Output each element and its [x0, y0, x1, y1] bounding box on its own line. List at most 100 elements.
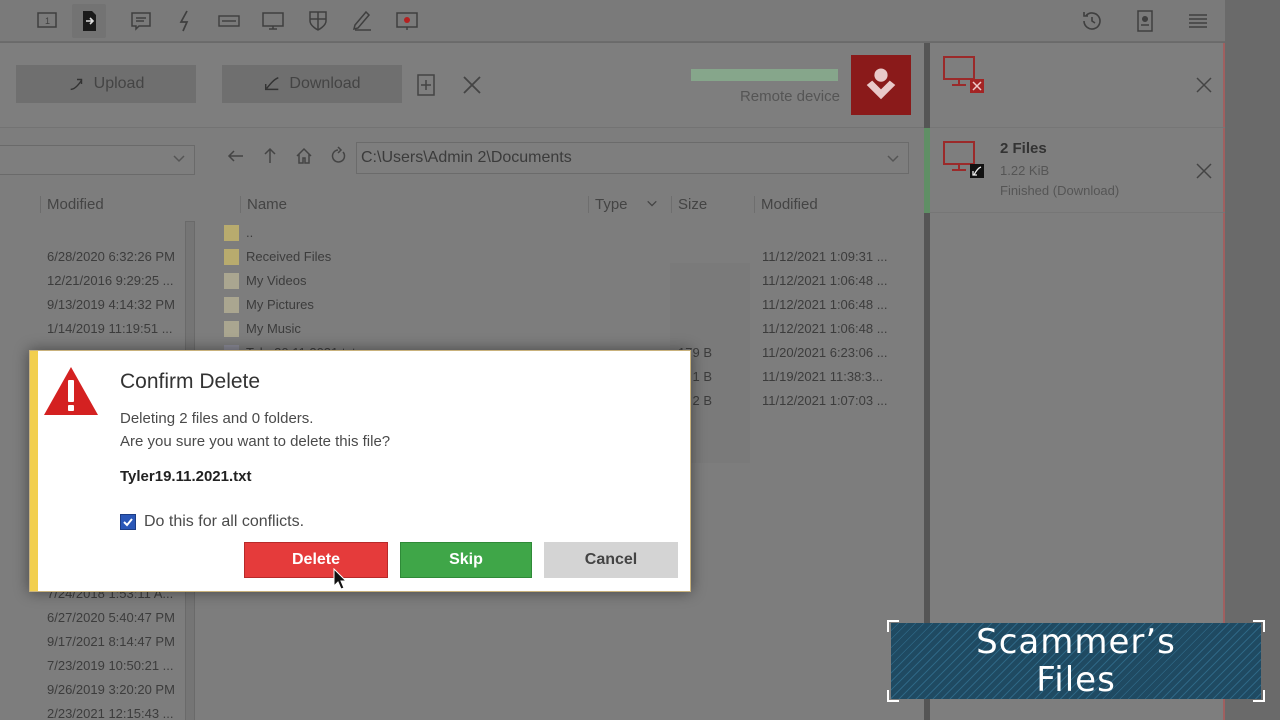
- caption-corner: [1253, 690, 1265, 702]
- menu-icon[interactable]: [1185, 8, 1211, 34]
- contacts-icon[interactable]: [1132, 8, 1158, 34]
- remote-file-row[interactable]: 9/13/2019 4:14:32 PM: [47, 297, 175, 312]
- confirm-delete-dialog: Confirm Delete Deleting 2 files and 0 fo…: [29, 350, 691, 592]
- upload-arrow-icon: [70, 78, 82, 91]
- column-type[interactable]: Type: [588, 196, 658, 213]
- file-modified: 11/20/2021 6:23:06 ...: [762, 345, 888, 360]
- home-icon[interactable]: [294, 146, 316, 168]
- remote-path-dropdown[interactable]: [0, 145, 195, 175]
- remote-file-row[interactable]: 7/23/2019 10:50:21 ...: [47, 658, 174, 673]
- shield-icon[interactable]: [305, 8, 331, 34]
- new-folder-icon[interactable]: [414, 73, 438, 97]
- keyboard-icon[interactable]: [216, 8, 242, 34]
- column-size[interactable]: Size: [671, 196, 707, 213]
- skip-button[interactable]: Skip: [400, 542, 532, 578]
- transfer-item-failed[interactable]: [930, 43, 1225, 128]
- monitor-icon[interactable]: [260, 8, 286, 34]
- pen-icon[interactable]: [350, 8, 376, 34]
- transfer-title: 2 Files: [1000, 140, 1047, 157]
- caption-line-2: Files: [1036, 660, 1116, 700]
- local-path-input[interactable]: C:\Users\Admin 2\Documents: [356, 142, 909, 174]
- quick-action-icon[interactable]: [172, 8, 198, 34]
- file-name: My Pictures: [246, 297, 314, 312]
- dialog-message-count: Deleting 2 files and 0 folders.: [120, 410, 314, 427]
- video-caption-overlay: Scammer’s Files: [887, 620, 1265, 702]
- dialog-accent-bar: [30, 351, 38, 591]
- folder-icon: [224, 321, 239, 337]
- folder-icon: [224, 273, 239, 289]
- column-modified[interactable]: Modified: [754, 196, 818, 213]
- monitor-download-icon: [943, 141, 984, 178]
- remote-file-row[interactable]: 9/26/2019 3:20:20 PM: [47, 682, 175, 697]
- file-row[interactable]: My Music 11/12/2021 1:06:48 ...: [222, 317, 920, 341]
- file-modified: 11/12/2021 1:06:48 ...: [762, 273, 888, 288]
- back-arrow-icon[interactable]: [226, 146, 248, 168]
- remote-file-row[interactable]: 1/14/2019 11:19:51 ...: [47, 321, 173, 336]
- file-name: ..: [246, 225, 254, 240]
- chevron-down-icon: [887, 155, 899, 163]
- file-transfer-icon[interactable]: [72, 4, 106, 38]
- local-list-header: Name Type Size Modified: [240, 193, 920, 219]
- path-text: C:\Users\Admin 2\Documents: [361, 149, 572, 166]
- remote-device-label: Remote device: [739, 88, 840, 105]
- close-icon[interactable]: [1195, 162, 1213, 180]
- download-button[interactable]: Download: [222, 65, 402, 103]
- column-name[interactable]: Name: [240, 196, 287, 213]
- file-name: My Videos: [246, 273, 307, 288]
- download-arrow-icon: [265, 77, 280, 91]
- file-row[interactable]: ..: [222, 221, 920, 245]
- mouse-cursor-icon: [333, 568, 347, 590]
- file-row[interactable]: My Videos 11/12/2021 1:06:48 ...: [222, 269, 920, 293]
- delete-button[interactable]: Delete: [244, 542, 388, 578]
- column-type-label: Type: [595, 196, 628, 213]
- caption-corner: [887, 620, 899, 632]
- history-icon[interactable]: [1079, 8, 1105, 34]
- cancel-button[interactable]: Cancel: [544, 542, 678, 578]
- caption-corner: [1253, 620, 1265, 632]
- file-modified: 11/19/2021 11:38:3...: [762, 369, 883, 384]
- folder-icon: [224, 297, 239, 313]
- dialog-message-question: Are you sure you want to delete this fil…: [120, 433, 391, 450]
- remote-file-row[interactable]: 9/17/2021 8:14:47 PM: [47, 634, 175, 649]
- file-modified: 11/12/2021 1:07:03 ...: [762, 393, 888, 408]
- dialog-filename: Tyler19.11.2021.txt: [120, 468, 252, 485]
- close-icon[interactable]: [1195, 76, 1213, 94]
- column-modified[interactable]: Modified: [40, 196, 104, 213]
- caption-corner: [887, 690, 899, 702]
- remote-file-row[interactable]: 6/28/2020 6:32:26 PM: [47, 249, 175, 264]
- checkbox-checked-icon[interactable]: [120, 514, 136, 530]
- apply-all-checkbox[interactable]: Do this for all conflicts.: [120, 513, 304, 531]
- teamviewer-logo-icon: [851, 55, 911, 115]
- sort-chevron-icon: [646, 200, 657, 207]
- file-modified: 11/12/2021 1:09:31 ...: [762, 249, 888, 264]
- transfer-size: 1.22 KiB: [1000, 163, 1050, 178]
- record-icon[interactable]: [394, 8, 420, 34]
- file-row[interactable]: Received Files 11/12/2021 1:09:31 ...: [222, 245, 920, 269]
- monitor-error-icon: [943, 56, 984, 93]
- remote-file-row[interactable]: 12/21/2016 9:29:25 ...: [47, 273, 174, 288]
- upload-button[interactable]: Upload: [16, 65, 196, 103]
- caption-text: Scammer’s Files: [891, 623, 1261, 699]
- remote-file-row[interactable]: 2/23/2021 12:15:43 ...: [47, 706, 174, 720]
- checkbox-label: Do this for all conflicts.: [144, 513, 305, 530]
- action-bar: Upload Download Remote device: [0, 43, 924, 128]
- folder-icon: [224, 225, 239, 241]
- close-icon[interactable]: [460, 73, 484, 97]
- up-arrow-icon[interactable]: [260, 146, 282, 168]
- svg-text:1: 1: [45, 16, 50, 26]
- chat-icon[interactable]: [128, 8, 154, 34]
- transfer-panel: 2 Files 1.22 KiB Finished (Download): [930, 43, 1225, 720]
- download-label: Download: [289, 75, 361, 92]
- remote-list-header: Modified: [0, 193, 200, 219]
- file-row[interactable]: My Pictures 11/12/2021 1:06:48 ...: [222, 293, 920, 317]
- background-edge: [1227, 0, 1280, 720]
- remote-file-row[interactable]: 6/27/2020 5:40:47 PM: [47, 610, 175, 625]
- transfer-item-finished[interactable]: 2 Files 1.22 KiB Finished (Download): [930, 128, 1225, 213]
- warning-icon: [44, 367, 98, 415]
- file-name: My Music: [246, 321, 301, 336]
- folder-icon: [224, 249, 239, 265]
- refresh-icon[interactable]: [328, 146, 350, 168]
- transfer-status: Finished (Download): [1000, 183, 1120, 198]
- session-id-icon[interactable]: 1: [34, 8, 60, 34]
- caption-line-1: Scammer’s: [976, 622, 1176, 662]
